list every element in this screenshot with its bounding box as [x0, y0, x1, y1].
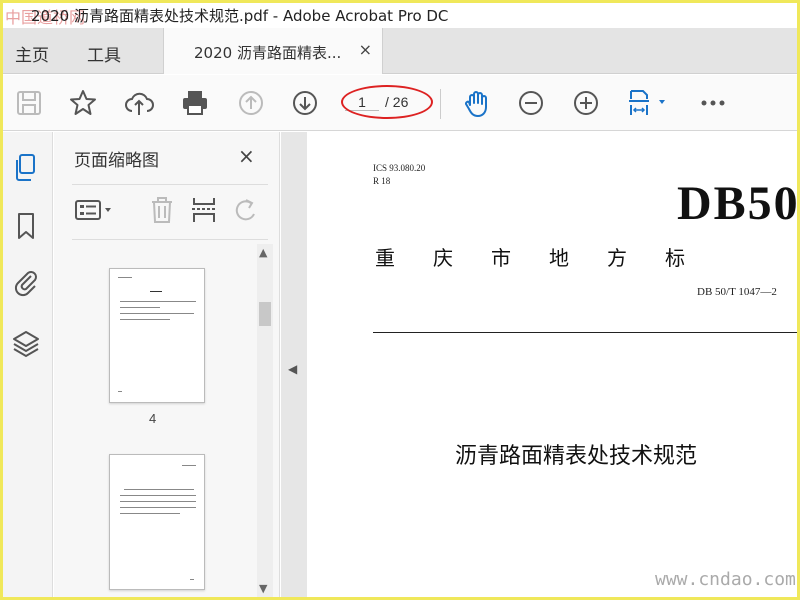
red-highlight-ellipse — [341, 85, 433, 119]
standard-number: DB 50/T 1047—2 — [697, 286, 777, 298]
tab-tools[interactable]: 工具 — [87, 41, 121, 66]
delete-page-icon[interactable] — [146, 194, 178, 226]
zoom-in-icon[interactable] — [570, 87, 602, 119]
scroll-down-icon[interactable]: ▼ — [259, 582, 267, 595]
page-thumbnails-icon[interactable] — [11, 152, 41, 184]
collapse-arrow-icon[interactable]: ◀ — [288, 362, 297, 376]
scroll-up-icon[interactable]: ▲ — [259, 246, 267, 259]
page-thumbnail-4[interactable] — [109, 268, 205, 403]
horizontal-rule — [373, 332, 797, 333]
toolbar-divider — [440, 89, 441, 119]
panel-collapse-handle[interactable]: ◀ — [281, 132, 303, 597]
main-toolbar: 1 / 26 — [3, 75, 797, 131]
panel-divider — [72, 184, 268, 185]
save-icon[interactable] — [13, 87, 45, 119]
thumbnail-scrollbar[interactable]: ▲ ▼ — [257, 244, 273, 597]
layers-icon[interactable] — [11, 328, 41, 360]
print-icon[interactable] — [179, 87, 211, 119]
panel-title: 页面缩略图 — [74, 151, 159, 171]
tab-document-label: 2020 沥青路面精表... — [194, 44, 342, 62]
left-navigation-rail — [3, 132, 53, 597]
tab-close-icon[interactable]: × — [359, 40, 372, 59]
thumbnail-options-icon[interactable] — [74, 194, 118, 226]
site-watermark: www.cndao.com — [655, 569, 796, 590]
panel-toolbar-divider — [72, 239, 268, 240]
extract-pages-icon[interactable] — [188, 194, 220, 226]
hand-tool-icon[interactable] — [461, 87, 493, 119]
window-title: 2020 沥青路面精表处技术规范.pdf - Adobe Acrobat Pro… — [31, 7, 449, 25]
standard-type-heading: 重庆市地方标 — [375, 246, 723, 270]
cloud-upload-icon[interactable] — [123, 87, 155, 119]
fit-page-icon[interactable] — [625, 87, 671, 119]
document-title: 沥青路面精表处技术规范 — [455, 444, 698, 469]
tab-document[interactable]: 2020 沥青路面精表... × — [163, 28, 383, 74]
more-options-icon[interactable] — [697, 87, 729, 119]
pdf-page: ICS 93.080.20 R 18 DB50 重庆市地方标 DB 50/T 1… — [307, 132, 797, 597]
attachments-icon[interactable] — [11, 266, 41, 298]
rotate-page-icon[interactable] — [230, 194, 262, 226]
zoom-out-icon[interactable] — [515, 87, 547, 119]
ics-code: ICS 93.080.20 R 18 — [373, 162, 425, 188]
r-line: R 18 — [373, 176, 391, 186]
page-thumbnail-5[interactable] — [109, 454, 205, 590]
standard-code-title: DB50 — [677, 177, 797, 230]
document-view[interactable]: ICS 93.080.20 R 18 DB50 重庆市地方标 DB 50/T 1… — [303, 132, 797, 597]
scrollbar-thumb[interactable] — [259, 302, 271, 326]
page-thumbnails-panel: 页面缩略图 × 4 ▲ ▼ — [54, 132, 280, 597]
bookmark-star-icon[interactable] — [67, 87, 99, 119]
ics-line: ICS 93.080.20 — [373, 163, 426, 173]
tab-bar: 主页 工具 2020 沥青路面精表... × — [3, 28, 797, 74]
bookmarks-icon[interactable] — [11, 210, 41, 242]
tab-home[interactable]: 主页 — [15, 41, 49, 66]
previous-page-icon[interactable] — [235, 87, 267, 119]
panel-close-icon[interactable]: × — [238, 144, 255, 168]
title-bar: 中国道桥网 2020 沥青路面精表处技术规范.pdf - Adobe Acrob… — [3, 3, 797, 27]
next-page-icon[interactable] — [289, 87, 321, 119]
thumbnail-page-number: 4 — [149, 411, 157, 426]
acrobat-window: 中国道桥网 2020 沥青路面精表处技术规范.pdf - Adobe Acrob… — [3, 3, 797, 597]
